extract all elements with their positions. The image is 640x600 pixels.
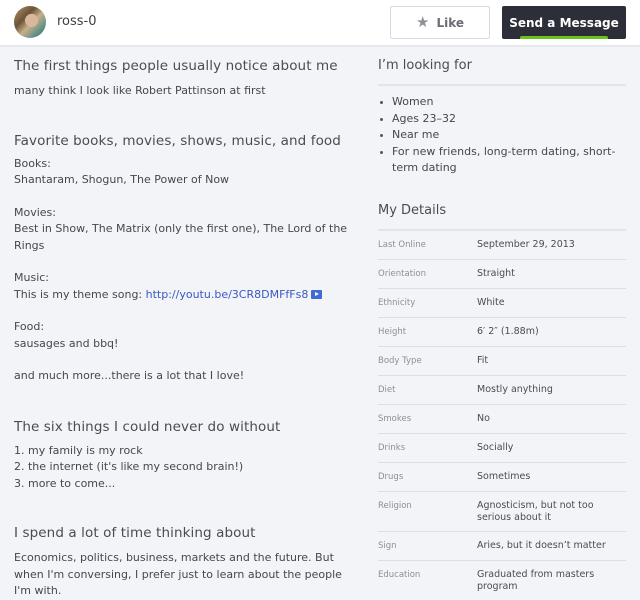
detail-label: Sign (378, 540, 397, 551)
detail-value: White (477, 296, 505, 308)
essay-title: The first things people usually notice a… (14, 58, 338, 74)
detail-value: Mostly anything (477, 383, 553, 395)
books-text: Shantaram, Shogun, The Power of Now (14, 173, 230, 186)
sidebar: I’m looking for Women Ages 23–32 Near me… (378, 58, 626, 600)
theme-song-link[interactable]: http://youtu.be/3CR8DMFfFs8 (146, 288, 309, 301)
detail-value: Fit (477, 354, 489, 366)
detail-row: Smokes No (378, 405, 626, 434)
looking-for-item: Near me (378, 127, 626, 144)
music-text: This is my theme song: http://youtu.be/3… (14, 287, 359, 304)
essay-thinking-about: I spend a lot of time thinking about Eco… (14, 525, 359, 600)
detail-label: Smokes (378, 413, 412, 424)
looking-for-title: I’m looking for (378, 58, 626, 86)
essay-line: 2. the internet (it's like my second bra… (14, 460, 244, 473)
essay-line: 3. more to come... (14, 476, 116, 490)
detail-row: Body Type Fit (378, 347, 626, 376)
detail-value: Graduated from masters program (477, 568, 595, 592)
music-prefix: This is my theme song: (14, 287, 146, 301)
essay-title: I spend a lot of time thinking about (14, 525, 256, 541)
food-label: Food: (14, 320, 45, 333)
profile-header: ross-0 ★ Like Send a Message (0, 0, 640, 47)
detail-value: Straight (477, 267, 515, 279)
detail-row: Height 6′ 2″ (1.88m) (378, 318, 626, 347)
detail-label: Drugs (378, 471, 404, 482)
detail-row: Education Graduated from masters program (378, 561, 626, 600)
looking-for-item: Women (378, 94, 626, 111)
essay-title: The six things I could never do without (14, 418, 281, 435)
avatar[interactable] (14, 6, 46, 38)
send-message-label: Send a Message (509, 15, 619, 30)
detail-value: 6′ 2″ (1.88m) (477, 325, 539, 337)
detail-label: Religion (378, 500, 412, 511)
detail-row: Diet Mostly anything (378, 376, 626, 405)
detail-row: Drinks Socially (378, 434, 626, 463)
essay-favorites: Favorite books, movies, shows, music, an… (14, 133, 359, 385)
detail-label: Education (378, 569, 421, 580)
movies-label: Movies: (14, 205, 56, 219)
username[interactable]: ross-0 (57, 14, 97, 29)
looking-for-section: I’m looking for Women Ages 23–32 Near me… (378, 58, 626, 177)
details-table: Last Online September 29, 2013 Orientatio… (378, 231, 626, 600)
detail-label: Ethnicity (378, 297, 416, 308)
essay-first-things: The first things people usually notice a… (14, 58, 359, 100)
essay-title: Favorite books, movies, shows, music, an… (14, 132, 341, 149)
detail-value: Agnosticism, but not too serious about i… (477, 499, 594, 523)
detail-value: September 29, 2013 (477, 238, 575, 250)
essay-text: many think I look like Robert Pattinson … (14, 84, 266, 97)
details-title: My Details (378, 203, 626, 231)
essay-six-things: The six things I could never do without … (14, 419, 359, 493)
accent-bar (520, 36, 608, 39)
detail-row: Ethnicity White (378, 289, 626, 318)
food-text: sausages and bbq! (14, 336, 119, 350)
detail-label: Diet (378, 384, 396, 395)
detail-label: Height (378, 326, 407, 337)
closing-text: and much more...there is a lot that I lo… (14, 369, 245, 382)
detail-label: Drinks (378, 442, 406, 453)
detail-value: Sometimes (477, 470, 531, 482)
detail-value: No (477, 412, 490, 424)
essays-column: The first things people usually notice a… (14, 58, 359, 600)
detail-label: Last Online (378, 239, 426, 250)
star-icon: ★ (415, 13, 430, 31)
looking-for-item: Ages 23–32 (378, 111, 626, 128)
detail-value: Aries, but it doesn’t matter (477, 539, 606, 551)
detail-row: Sign Aries, but it doesn’t matter (378, 532, 626, 561)
detail-row: Last Online September 29, 2013 (378, 231, 626, 260)
essay-line: 1. my family is my rock (14, 443, 143, 457)
looking-for-item: For new friends, long-term dating, short… (378, 144, 626, 177)
detail-row: Drugs Sometimes (378, 463, 626, 492)
detail-label: Body Type (378, 355, 422, 366)
like-label: Like (436, 15, 464, 30)
detail-value: Socially (477, 441, 514, 453)
detail-label: Orientation (378, 268, 426, 279)
books-label: Books: (14, 156, 51, 170)
youtube-play-icon[interactable] (311, 289, 323, 299)
details-section: My Details Last Online September 29, 2013… (378, 203, 626, 600)
essay-text: Economics, politics, business, markets a… (14, 551, 342, 597)
detail-row: Orientation Straight (378, 260, 626, 289)
music-label: Music: (14, 271, 50, 284)
looking-for-list: Women Ages 23–32 Near me For new friends… (378, 94, 626, 177)
send-message-button[interactable]: Send a Message (502, 6, 626, 39)
like-button[interactable]: ★ Like (390, 6, 490, 39)
movies-text: Best in Show, The Matrix (only the first… (14, 222, 348, 252)
detail-row: Religion Agnosticism, but not too serious… (378, 492, 626, 532)
